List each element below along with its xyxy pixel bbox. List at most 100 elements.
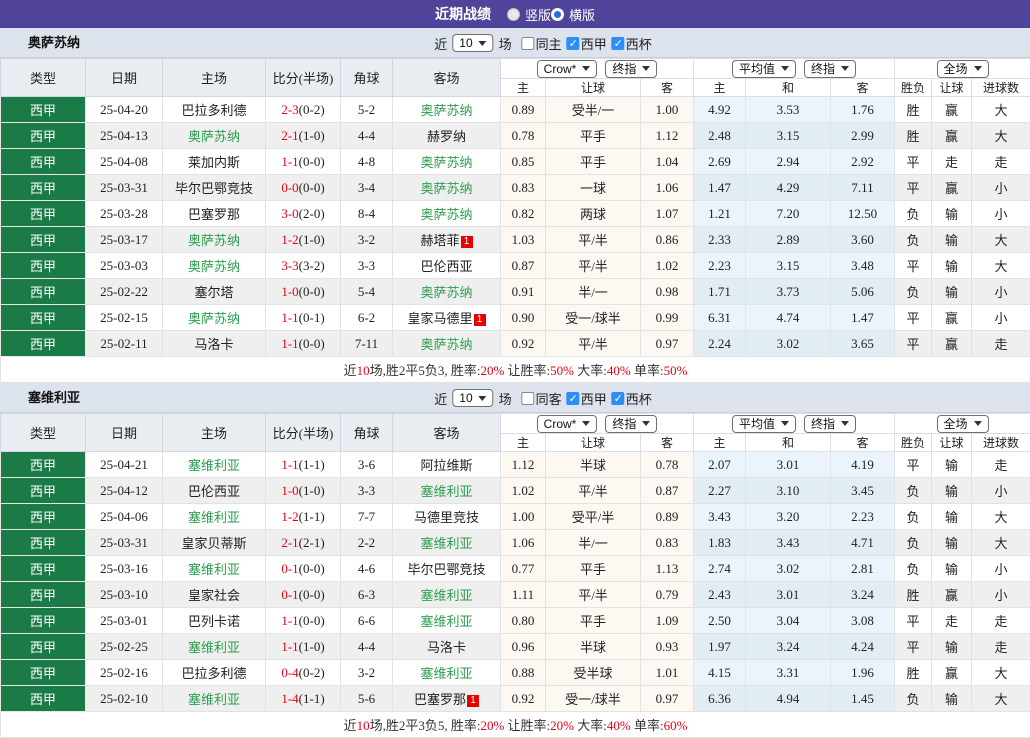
scope-select-cell: 全场 [895,59,1030,79]
halftime-score: (1-0) [299,639,325,654]
fulltime-score: 1-1 [281,613,298,628]
odds-type-select[interactable]: 终指 [605,415,657,433]
odds-home-cell: 1.11 [501,582,546,608]
odds-home-cell: 0.82 [501,201,546,227]
odds-type-select[interactable]: 终指 [605,60,657,78]
league-badge: 西甲 [1,452,86,478]
filter-checkbox-group: 同客 西甲 西杯 [517,389,652,408]
col-odds-home: 主 [501,79,546,97]
handicap-result-cell: 输 [932,478,972,504]
recent-count-select[interactable]: 10 [452,389,493,407]
handicap-result-cell: 输 [932,556,972,582]
avg-home-cell: 1.71 [694,279,746,305]
date-cell: 25-04-13 [86,123,163,149]
away-team-cell: 奥萨苏纳 [393,331,501,357]
avg-type-select[interactable]: 终指 [804,60,856,78]
avg-away-cell: 3.48 [831,253,895,279]
filter-checkbox[interactable]: 西甲 [567,389,607,408]
home-team-cell: 塞维利亚 [163,634,266,660]
handicap-result-cell: 走 [932,149,972,175]
handicap-result-cell: 赢 [932,305,972,331]
odds-home-cell: 0.88 [501,660,546,686]
avg-draw-cell: 3.31 [746,660,831,686]
home-team-cell: 毕尔巴鄂竞技 [163,175,266,201]
home-team-cell: 皇家社会 [163,582,266,608]
away-team-cell: 塞维利亚 [393,530,501,556]
score-cell: 0-4(0-2) [266,660,341,686]
red-card-badge: 1 [474,314,486,326]
handicap-cell: 受半球 [546,660,641,686]
date-cell: 25-02-15 [86,305,163,331]
layout-radio[interactable]: 竖版 [507,5,551,24]
handicap-cell: 一球 [546,175,641,201]
odds-source-select[interactable]: Crow* [537,60,598,78]
col-result: 胜负 [895,434,932,452]
away-team-cell: 毕尔巴鄂竞技 [393,556,501,582]
odds-away-cell: 0.87 [641,478,694,504]
checkbox-icon [612,37,625,50]
recent-count-select[interactable]: 10 [452,34,493,52]
summary-row: 近10场,胜2平5负3, 胜率:20% 让胜率:50% 大率:40% 单率:50… [1,357,1030,383]
filter-checkbox-group: 同主 西甲 西杯 [517,34,652,53]
odds-away-cell: 0.99 [641,305,694,331]
team-filter-bar: 奥萨苏纳 近 10 场 同主 西甲 西杯 [0,28,1030,58]
odds-home-cell: 0.92 [501,686,546,712]
handicap-result-cell: 输 [932,530,972,556]
avg-away-cell: 1.96 [831,660,895,686]
score-cell: 1-4(1-1) [266,686,341,712]
col-handicap-result: 让球 [932,79,972,97]
layout-radio[interactable]: 横版 [551,5,595,24]
col-goals: 进球数 [972,79,1030,97]
handicap-cell: 平手 [546,608,641,634]
odds-away-cell: 0.79 [641,582,694,608]
odds-source-select[interactable]: Crow* [537,415,598,433]
goals-result-cell: 大 [972,660,1030,686]
match-row: 西甲 25-03-03 奥萨苏纳 3-3(3-2) 3-3 巴伦西亚 0.87 … [1,253,1030,279]
avg-select[interactable]: 平均值 [732,415,796,433]
chevron-down-icon [582,66,590,71]
odds-away-cell: 1.00 [641,97,694,123]
checkbox-icon [522,37,535,50]
filter-checkbox[interactable]: 西甲 [567,34,607,53]
checkbox-label: 西杯 [626,34,652,53]
odds-away-cell: 1.02 [641,253,694,279]
handicap-result-cell: 输 [932,253,972,279]
halftime-score: (1-1) [299,509,325,524]
date-cell: 25-04-20 [86,97,163,123]
avg-selects-cell: 平均值 终指 [694,414,895,434]
odds-home-cell: 0.83 [501,175,546,201]
filter-checkbox[interactable]: 西杯 [612,34,652,53]
home-team-cell: 皇家贝蒂斯 [163,530,266,556]
league-badge: 西甲 [1,634,86,660]
avg-type-select[interactable]: 终指 [804,415,856,433]
handicap-result-cell: 输 [932,686,972,712]
home-team-cell: 奥萨苏纳 [163,253,266,279]
fulltime-score: 1-1 [281,336,298,351]
result-cell: 平 [895,331,932,357]
match-row: 西甲 25-03-01 巴列卡诺 1-1(0-0) 6-6 塞维利亚 0.80 … [1,608,1030,634]
scope-select[interactable]: 全场 [937,415,989,433]
match-row: 西甲 25-03-31 皇家贝蒂斯 2-1(2-1) 2-2 塞维利亚 1.06… [1,530,1030,556]
corner-cell: 2-2 [341,530,393,556]
odds-away-cell: 0.93 [641,634,694,660]
filter-checkbox[interactable]: 同主 [522,34,562,53]
col-away: 客场 [393,59,501,97]
home-team-cell: 巴拉多利德 [163,97,266,123]
corner-cell: 3-2 [341,227,393,253]
fulltime-score: 1-2 [281,509,298,524]
score-cell: 2-1(2-1) [266,530,341,556]
match-row: 西甲 25-02-11 马洛卡 1-1(0-0) 7-11 奥萨苏纳 0.92 … [1,331,1030,357]
odds-home-cell: 0.85 [501,149,546,175]
avg-away-cell: 3.65 [831,331,895,357]
col-odds-home: 主 [501,434,546,452]
col-avg-draw: 和 [746,79,831,97]
scope-select[interactable]: 全场 [937,60,989,78]
odds-home-cell: 0.87 [501,253,546,279]
score-cell: 1-2(1-1) [266,504,341,530]
filter-checkbox[interactable]: 同客 [522,389,562,408]
avg-select[interactable]: 平均值 [732,60,796,78]
recent-count-value: 10 [459,36,472,50]
filter-checkbox[interactable]: 西杯 [612,389,652,408]
halftime-score: (0-0) [299,613,325,628]
fulltime-score: 1-1 [281,310,298,325]
